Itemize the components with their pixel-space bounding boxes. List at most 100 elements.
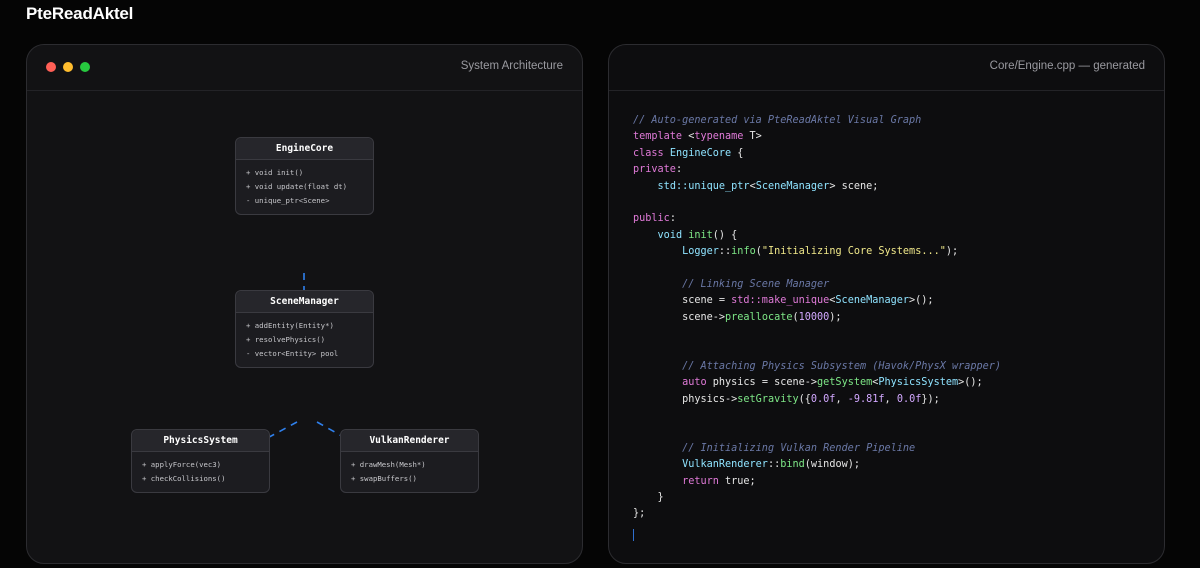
- code-token: void: [657, 229, 689, 241]
- class-member: + resolvePhysics(): [246, 335, 326, 344]
- code-token: preallocate: [725, 311, 793, 323]
- code-token: (window);: [804, 459, 860, 471]
- code-line: class EngineCore {: [633, 146, 1001, 162]
- class-member: + checkCollisions(): [142, 474, 226, 483]
- code-token: scene =: [633, 295, 732, 307]
- code-token: template: [633, 131, 689, 143]
- code-line: private:: [633, 162, 1001, 178]
- code-token: }: [633, 491, 664, 503]
- code-line: return true;: [633, 474, 1001, 490]
- code-panel: Core/Engine.cpp — generated // Auto-gene…: [608, 44, 1165, 564]
- code-line: template <typename T>: [633, 129, 1001, 145]
- code-line: Logger::info("Initializing Core Systems.…: [633, 244, 1001, 260]
- code-token: };: [633, 508, 646, 520]
- code-token: PhysicsSystem: [878, 377, 959, 389]
- code-panel-title: Core/Engine.cpp — generated: [989, 60, 1145, 72]
- code-token: -9.81f: [847, 393, 885, 405]
- code-token: std::make_unique: [731, 295, 830, 307]
- code-token: auto: [682, 377, 713, 389]
- code-token: // Auto-generated via PteReadAktel Visua…: [633, 115, 922, 126]
- code-token: scene->: [633, 311, 726, 323]
- code-token: // Linking Scene Manager: [682, 278, 830, 290]
- code-token: 10000: [798, 311, 830, 323]
- class-enginecore[interactable]: EngineCore + void init() + void update(f…: [235, 137, 374, 215]
- code-panel-header: Core/Engine.cpp — generated: [609, 45, 1164, 91]
- window-controls: [46, 62, 90, 72]
- code-line: // Initializing Vulkan Render Pipeline: [633, 441, 1001, 457]
- code-token: return: [682, 475, 726, 487]
- class-title: VulkanRenderer: [341, 430, 478, 452]
- code-token: std::unique_ptr: [657, 180, 750, 192]
- minimize-dot-icon[interactable]: [63, 62, 73, 72]
- code-token: T>: [749, 131, 762, 143]
- code-line: // Attaching Physics Subsystem (Havok/Ph…: [633, 359, 1001, 375]
- code-line: // Linking Scene Manager: [633, 277, 1001, 293]
- code-line: // Auto-generated via PteReadAktel Visua…: [633, 113, 1001, 129]
- class-members: + drawMesh(Mesh*) + swapBuffers(): [341, 452, 478, 492]
- class-member: + drawMesh(Mesh*): [351, 460, 426, 469]
- architecture-panel-title: System Architecture: [460, 60, 563, 72]
- code-token: SceneManager: [755, 180, 830, 192]
- code-token: () {: [712, 229, 738, 241]
- code-token: // Initializing Vulkan Render Pipeline: [682, 442, 916, 454]
- close-dot-icon[interactable]: [46, 62, 56, 72]
- code-token: physics = scene->: [712, 377, 818, 389]
- code-token: {: [737, 147, 744, 159]
- class-physicssystem[interactable]: PhysicsSystem + applyForce(vec3) + check…: [131, 429, 270, 493]
- text-cursor: [633, 529, 634, 541]
- code-line: }: [633, 490, 1001, 506]
- class-members: + addEntity(Entity*) + resolvePhysics() …: [236, 313, 373, 367]
- code-token: public: [633, 213, 670, 225]
- code-line: scene->preallocate(10000);: [633, 310, 1001, 326]
- class-scenemanager[interactable]: SceneManager + addEntity(Entity*) + reso…: [235, 290, 374, 368]
- code-token: 0.0f: [896, 393, 922, 405]
- code-token: ::: [718, 246, 732, 258]
- class-title: EngineCore: [236, 138, 373, 160]
- code-token: setGravity: [737, 393, 799, 405]
- code-line: physics->setGravity({0.0f, -9.81f, 0.0f}…: [633, 392, 1001, 408]
- code-token: typename: [694, 131, 750, 143]
- code-token: :: [669, 213, 676, 225]
- code-token: "Initializing Core Systems...": [761, 246, 946, 258]
- class-vulkanrenderer[interactable]: VulkanRenderer + drawMesh(Mesh*) + swapB…: [340, 429, 479, 493]
- code-token: init: [688, 229, 713, 241]
- class-members: + applyForce(vec3) + checkCollisions(): [132, 452, 269, 492]
- code-token: SceneManager: [835, 295, 910, 307]
- class-member: - unique_ptr<Scene>: [246, 196, 330, 205]
- architecture-panel: System Architecture EngineCore + void in…: [26, 44, 583, 564]
- code-token: ({: [798, 393, 811, 405]
- code-editor[interactable]: // Auto-generated via PteReadAktel Visua…: [633, 113, 1001, 523]
- class-member: + void init(): [246, 168, 304, 177]
- code-token: ,: [884, 393, 897, 405]
- code-line: public:: [633, 211, 1001, 227]
- code-token: class: [633, 147, 670, 159]
- code-token: );: [945, 246, 959, 258]
- code-token: > scene;: [829, 180, 879, 192]
- code-line: void init() {: [633, 228, 1001, 244]
- code-token: >();: [958, 377, 983, 389]
- class-title: SceneManager: [236, 291, 373, 313]
- maximize-dot-icon[interactable]: [80, 62, 90, 72]
- class-member: + addEntity(Entity*): [246, 321, 334, 330]
- code-token: // Attaching Physics Subsystem (Havok/Ph…: [682, 360, 1002, 372]
- class-member: + applyForce(vec3): [142, 460, 222, 469]
- class-title: PhysicsSystem: [132, 430, 269, 452]
- code-token: Logger: [682, 246, 719, 258]
- brand-logo: PteReadAktel: [26, 4, 134, 23]
- code-token: true;: [725, 475, 756, 487]
- code-line: };: [633, 506, 1001, 522]
- code-token: physics->: [633, 393, 738, 405]
- code-line: auto physics = scene->getSystem<PhysicsS…: [633, 375, 1001, 391]
- code-token: private: [633, 164, 676, 176]
- class-member: + swapBuffers(): [351, 474, 417, 483]
